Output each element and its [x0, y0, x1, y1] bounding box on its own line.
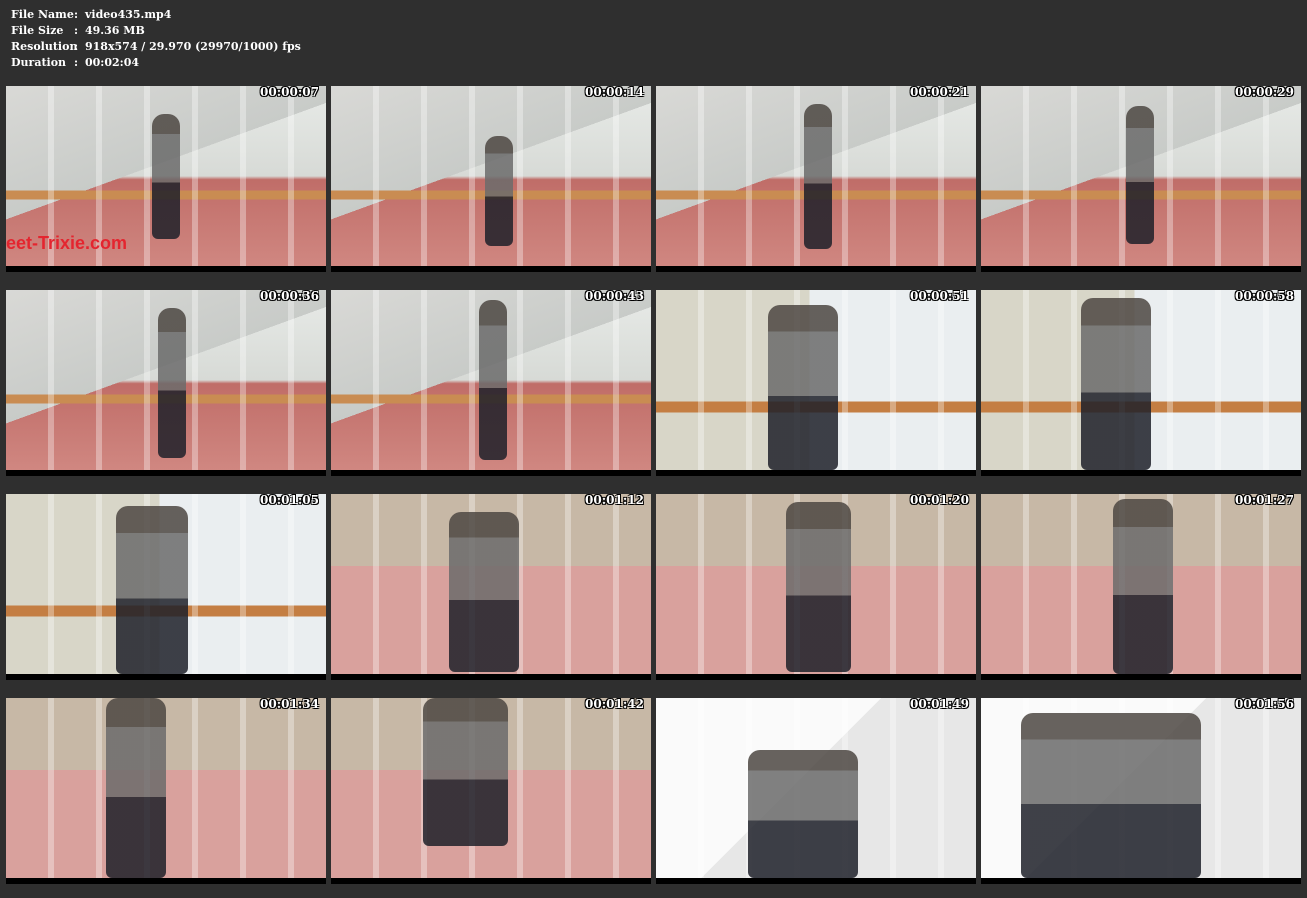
thumbnail-image [331, 698, 651, 878]
person-figure [804, 104, 832, 249]
file-info-panel: File Name : video435.mp4 File Size : 49.… [11, 7, 301, 71]
person-figure [1081, 298, 1151, 470]
thumbnail-image [6, 290, 326, 470]
thumbnail-image [981, 290, 1301, 470]
person-figure [106, 698, 166, 878]
thumbnail[interactable]: 00:01:42 [331, 697, 651, 884]
resolution-value: 918x574 / 29.970 (29970/1000) fps [85, 40, 301, 53]
thumbnail-timestamp: 00:01:20 [910, 493, 969, 507]
file-name-value: video435.mp4 [85, 8, 172, 21]
thumbnail-image [331, 290, 651, 470]
person-figure [1021, 713, 1201, 878]
thumbnail-image [656, 86, 976, 266]
thumbnail-image [331, 494, 651, 674]
thumbnail-timestamp: 00:00:36 [260, 289, 319, 303]
duration-separator: : [74, 56, 79, 69]
thumbnail-timestamp: 00:01:42 [585, 697, 644, 711]
thumbnail-image [656, 494, 976, 674]
thumbnail[interactable]: 00:00:14 [331, 85, 651, 272]
file-name-label: File Name [11, 8, 74, 21]
thumbnail[interactable]: 00:00:51 [656, 289, 976, 476]
thumbnail[interactable]: 00:01:05 [6, 493, 326, 680]
thumbnail-image [6, 494, 326, 674]
thumbnail[interactable]: 00:00:43 [331, 289, 651, 476]
thumbnail[interactable]: 00:01:34 [6, 697, 326, 884]
person-figure [423, 698, 508, 846]
thumbnail-timestamp: 00:01:56 [1235, 697, 1294, 711]
thumbnail[interactable]: 00:01:12 [331, 493, 651, 680]
thumbnail-timestamp: 00:00:14 [585, 85, 644, 99]
thumbnail-image [656, 290, 976, 470]
thumbnail[interactable]: 00:01:56 [981, 697, 1301, 884]
person-figure [1113, 499, 1173, 674]
thumbnail[interactable]: 00:00:29 [981, 85, 1301, 272]
person-figure [152, 114, 180, 239]
thumbnail-timestamp: 00:01:49 [910, 697, 969, 711]
person-figure [768, 305, 838, 470]
person-figure [158, 308, 186, 458]
thumbnail-image [331, 86, 651, 266]
thumbnail-timestamp: 00:00:58 [1235, 289, 1294, 303]
thumbnail-image [656, 698, 976, 878]
thumbnail[interactable]: 00:01:20 [656, 493, 976, 680]
file-size-label: File Size [11, 24, 64, 37]
file-name-separator: : [74, 8, 79, 21]
person-figure [1126, 106, 1154, 244]
thumbnail[interactable]: 00:00:58 [981, 289, 1301, 476]
duration-row: Duration : 00:02:04 [11, 55, 301, 71]
person-figure [479, 300, 507, 460]
thumbnail-timestamp: 00:01:05 [260, 493, 319, 507]
person-figure [786, 502, 851, 672]
thumbnail-image [6, 698, 326, 878]
person-figure [116, 506, 188, 674]
thumbnail-timestamp: 00:00:51 [910, 289, 969, 303]
person-figure [485, 136, 513, 246]
file-size-value: 49.36 MB [85, 24, 145, 37]
thumbnail-image [981, 86, 1301, 266]
duration-value: 00:02:04 [85, 56, 140, 69]
file-size-separator: : [74, 24, 79, 37]
watermark-text: eet-Trixie.com [6, 233, 128, 253]
person-figure [748, 750, 858, 878]
thumbnail-image [981, 698, 1301, 878]
thumbnail-timestamp: 00:01:12 [585, 493, 644, 507]
thumbnail-grid: eet-Trixie.com 00:00:07 00:00:14 00:00:2… [6, 85, 1301, 884]
thumbnail[interactable]: 00:01:27 [981, 493, 1301, 680]
thumbnail-timestamp: 00:00:43 [585, 289, 644, 303]
thumbnail-timestamp: 00:01:27 [1235, 493, 1294, 507]
thumbnail[interactable]: 00:01:49 [656, 697, 976, 884]
file-name-row: File Name : video435.mp4 [11, 7, 301, 23]
thumbnail-timestamp: 00:00:29 [1235, 85, 1294, 99]
thumbnail-timestamp: 00:00:21 [910, 85, 969, 99]
resolution-row: Resolution : 918x574 / 29.970 (29970/100… [11, 39, 301, 55]
person-figure [449, 512, 519, 672]
thumbnail[interactable]: 00:00:36 [6, 289, 326, 476]
thumbnail-timestamp: 00:01:34 [260, 697, 319, 711]
thumbnail-image [981, 494, 1301, 674]
thumbnail[interactable]: eet-Trixie.com 00:00:07 [6, 85, 326, 272]
thumbnail-timestamp: 00:00:07 [260, 85, 319, 99]
resolution-separator: : [74, 40, 79, 53]
thumbnail[interactable]: 00:00:21 [656, 85, 976, 272]
resolution-label: Resolution [11, 40, 78, 53]
file-size-row: File Size : 49.36 MB [11, 23, 301, 39]
duration-label: Duration [11, 56, 67, 69]
